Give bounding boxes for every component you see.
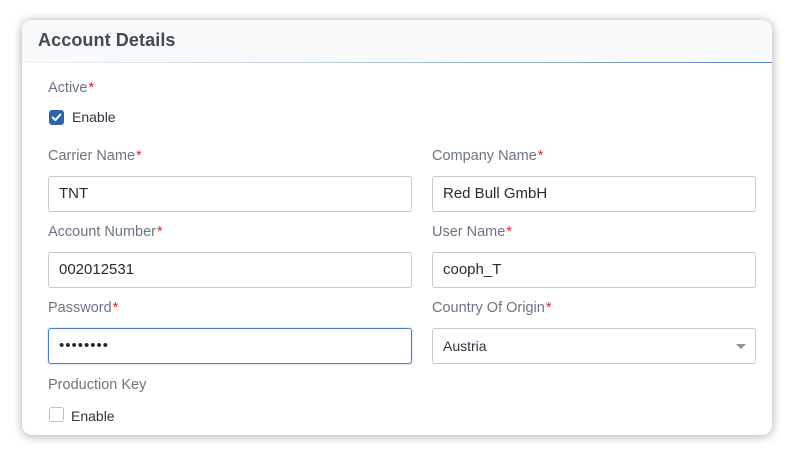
company-name-input[interactable]: Red Bull GmbH — [432, 176, 756, 212]
carrier-name-label: Carrier Name* — [48, 148, 142, 164]
user-name-label-text: User Name — [432, 224, 506, 240]
required-marker: * — [537, 148, 544, 164]
active-enable-label[interactable]: Enable — [72, 109, 116, 125]
company-name-label: Company Name* — [432, 148, 543, 164]
required-marker: * — [136, 148, 142, 164]
password-input[interactable]: •••••••• — [48, 328, 412, 364]
password-label: Password* — [48, 300, 118, 316]
account-number-label-text: Account Number — [48, 224, 156, 240]
account-number-label: Account Number* — [48, 224, 163, 240]
country-of-origin-select[interactable]: Austria — [432, 328, 756, 364]
active-label: Active* — [48, 80, 94, 96]
required-marker: * — [506, 224, 512, 240]
required-marker: * — [157, 224, 163, 240]
country-of-origin-value: Austria — [443, 338, 487, 354]
company-name-label-text: Company Name — [432, 148, 537, 164]
production-key-enable-label[interactable]: Enable — [71, 408, 115, 424]
user-name-label: User Name* — [432, 224, 512, 240]
active-label-text: Active — [48, 80, 88, 96]
required-marker: * — [112, 300, 119, 316]
production-key-enable-checkbox[interactable] — [49, 407, 64, 422]
header-divider — [22, 62, 772, 63]
password-label-text: Password — [48, 300, 112, 316]
chevron-down-icon[interactable] — [736, 344, 746, 349]
active-enable-checkbox[interactable] — [49, 110, 64, 125]
user-name-input[interactable]: cooph_T — [432, 252, 756, 288]
account-details-card: Account Details Active* Enable Carrier N… — [22, 20, 772, 435]
country-of-origin-label-text: Country Of Origin — [432, 300, 545, 316]
card-title: Account Details — [38, 30, 176, 50]
card-header: Account Details — [22, 20, 772, 62]
account-number-input[interactable]: 002012531 — [48, 252, 412, 288]
required-marker: * — [88, 80, 95, 96]
production-key-label: Production Key — [48, 377, 147, 393]
carrier-name-input[interactable]: TNT — [48, 176, 412, 212]
check-icon — [51, 113, 62, 122]
country-of-origin-label: Country Of Origin* — [432, 300, 551, 316]
carrier-name-label-text: Carrier Name — [48, 148, 136, 164]
required-marker: * — [545, 300, 552, 316]
